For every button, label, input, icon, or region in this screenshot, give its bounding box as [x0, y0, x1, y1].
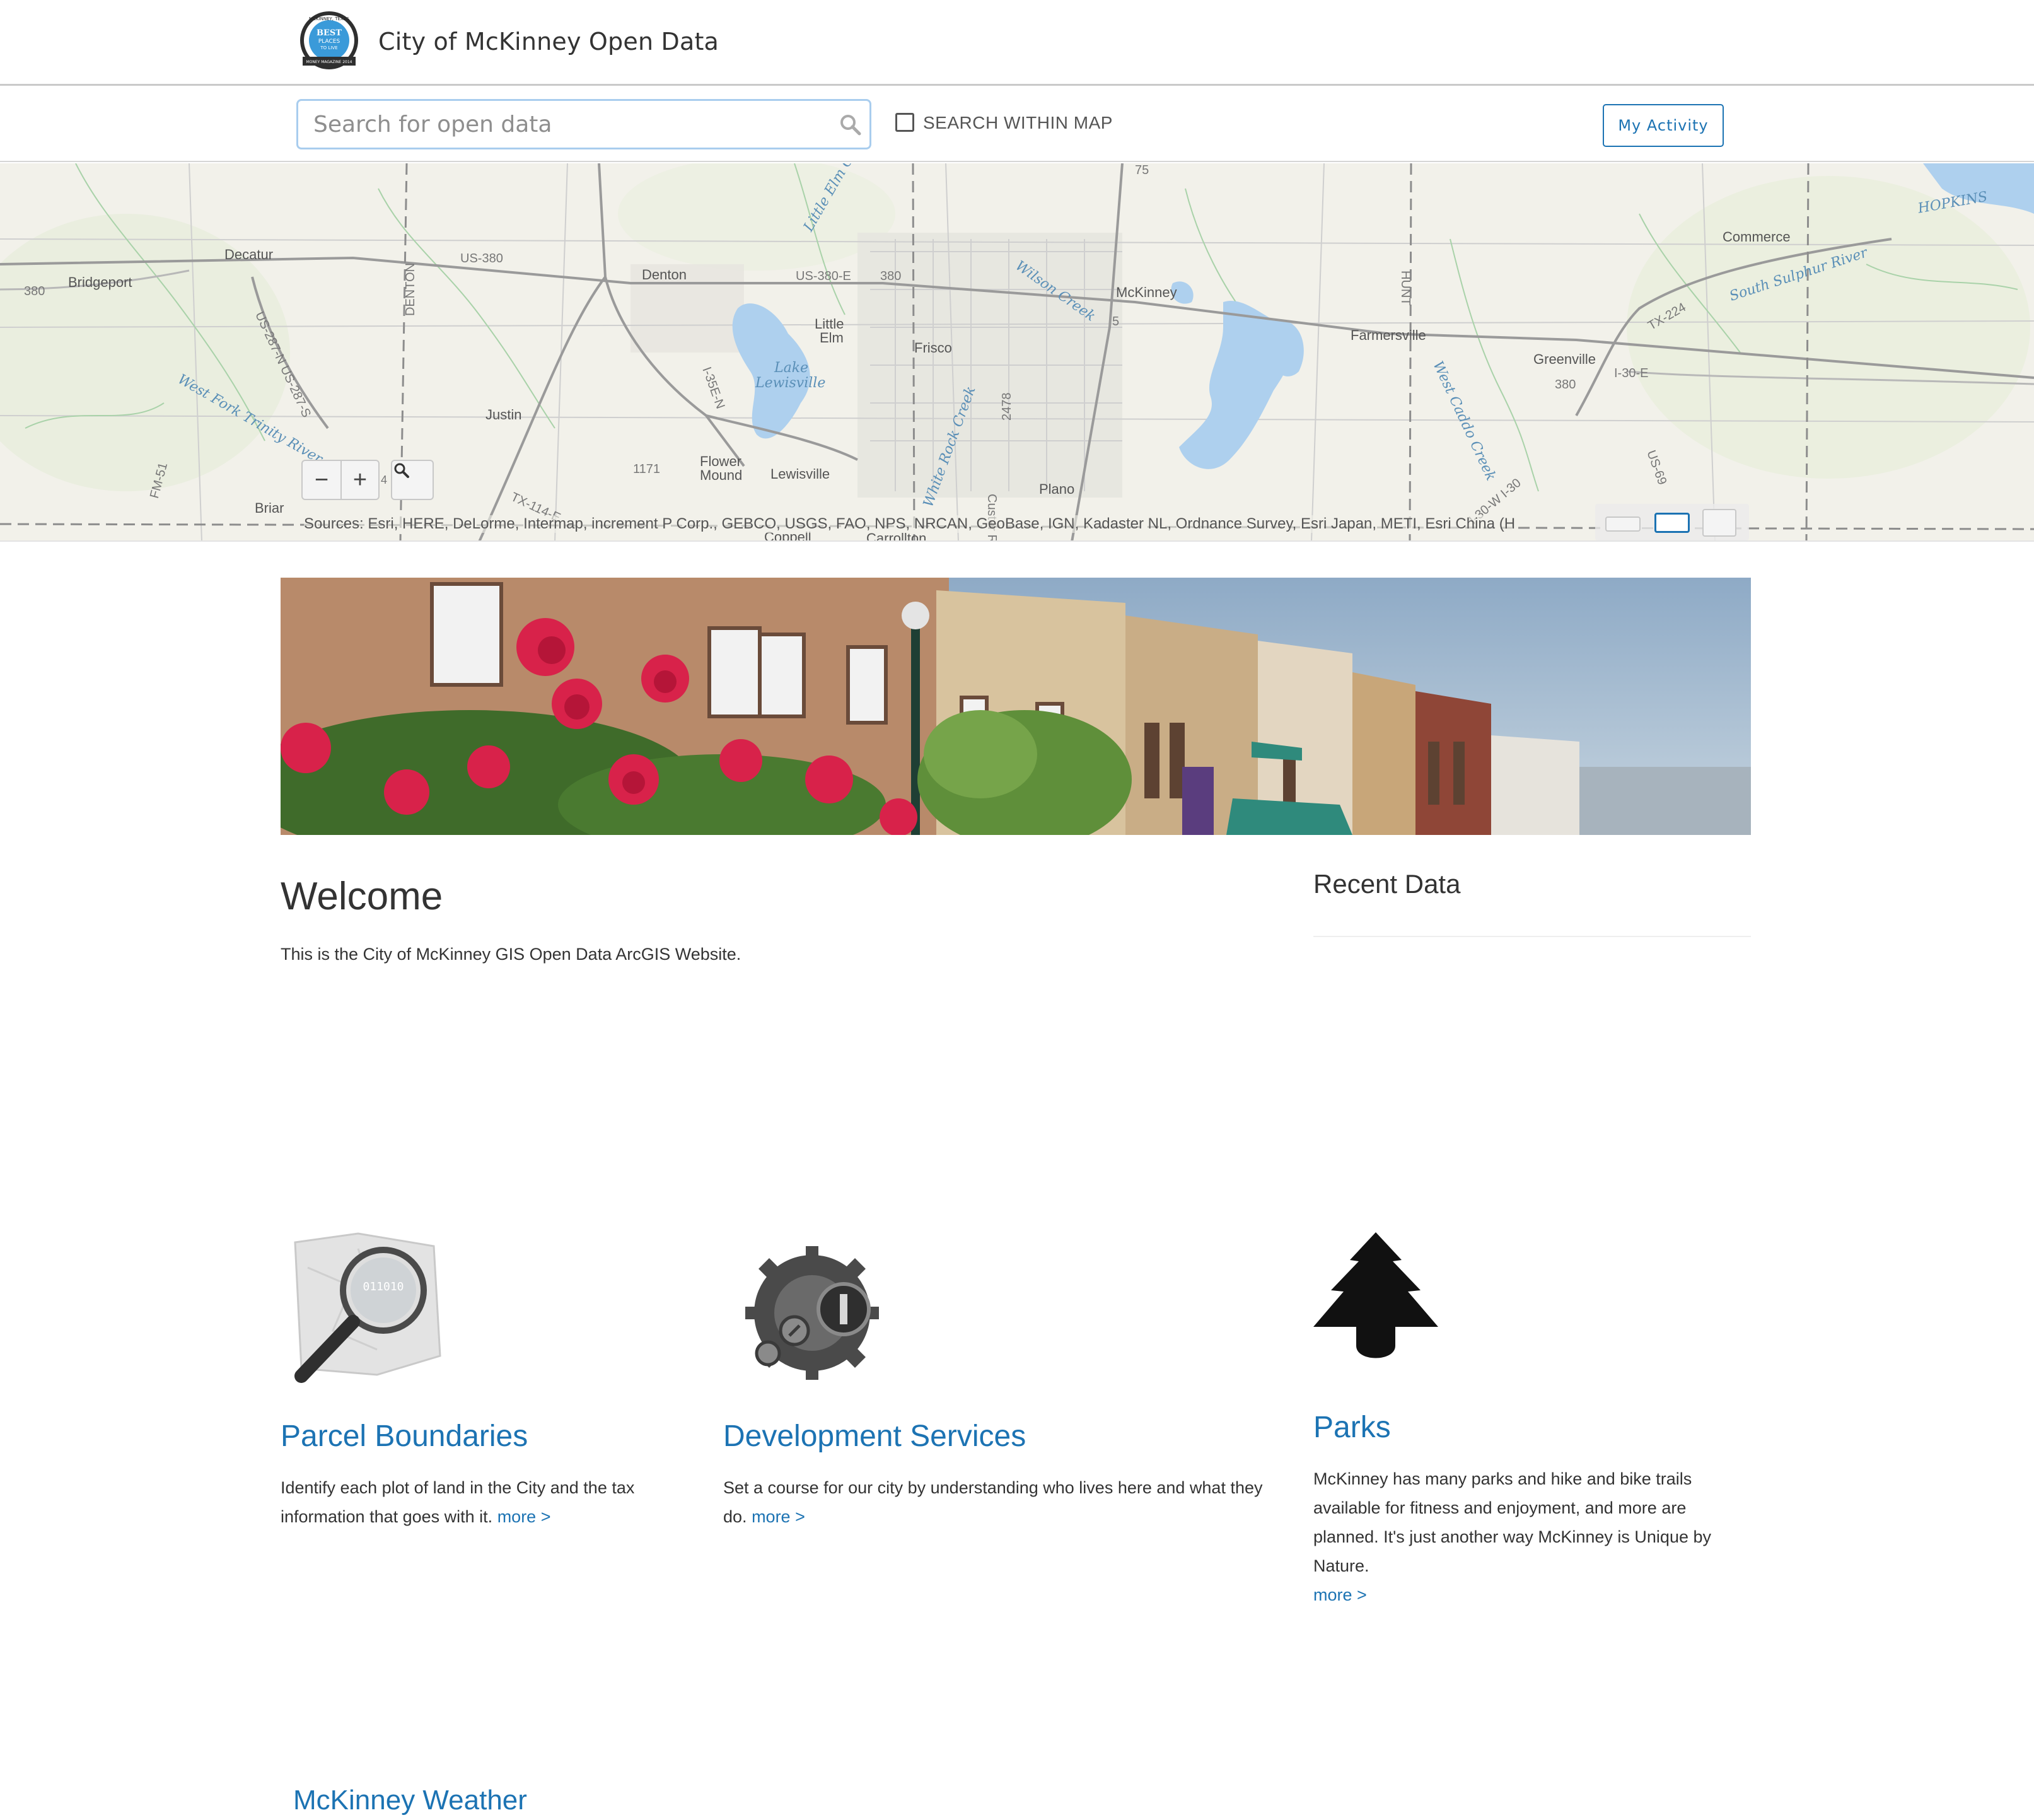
card-desc-line: available for fitness and enjoyment, and… [1313, 1498, 1687, 1517]
card-desc-line: information that goes with it. [281, 1507, 493, 1526]
tree-icon[interactable] [1313, 1232, 1438, 1366]
gears-icon[interactable] [736, 1242, 888, 1385]
logo-text-bottom: MONEY MAGAZINE 2014 [306, 60, 352, 64]
map-place-elm: Elm [820, 330, 844, 346]
map-place-mckinney: McKinney [1116, 284, 1177, 300]
map-place-briar: Briar [255, 500, 284, 516]
map-place-plano: Plano [1039, 481, 1075, 497]
more-link-development-services[interactable]: more > [752, 1507, 805, 1526]
welcome-text: This is the City of McKinney GIS Open Da… [281, 945, 741, 964]
search-bar: SEARCH WITHIN MAP My Activity [0, 88, 2034, 162]
search-icon[interactable] [838, 112, 863, 137]
map-road-2478: 2478 [1000, 392, 1014, 421]
card-title-parcel-boundaries[interactable]: Parcel Boundaries [281, 1419, 528, 1454]
map-road-us380e: US-380-E [796, 269, 851, 283]
map-place-mound: Mound [700, 467, 743, 483]
city-logo-icon[interactable]: MCKINNEY, TEXAS BEST PLACES TO LIVE MONE… [296, 9, 362, 74]
site-header: MCKINNEY, TEXAS BEST PLACES TO LIVE MONE… [0, 0, 2034, 86]
layout-toggle-large[interactable] [1702, 509, 1736, 537]
card-desc-line: Identify each plot of land in the City a… [281, 1478, 635, 1497]
card-title-development-services[interactable]: Development Services [723, 1419, 1026, 1454]
zoom-in-button[interactable]: + [340, 461, 378, 499]
recent-data-title: Recent Data [1313, 869, 1461, 899]
map-road-5: 5 [1112, 315, 1120, 329]
more-link-parks[interactable]: more > [1313, 1585, 1367, 1604]
map-road-denton-county: DENTON [404, 262, 417, 316]
card-desc-line: do. [723, 1507, 747, 1526]
logo-text-to-live: TO LIVE [320, 45, 337, 50]
zoom-controls: − + [301, 460, 380, 500]
map-magnifier-icon[interactable]: 011010 [282, 1230, 446, 1385]
search-within-map-checkbox[interactable] [895, 113, 914, 132]
downtown-photo [281, 578, 1751, 835]
map-place-greenville: Greenville [1533, 351, 1596, 367]
icon-binary-text: 011010 [363, 1280, 404, 1293]
map-attribution: Sources: Esri, HERE, DeLorme, Intermap, … [304, 515, 1516, 533]
map-road-us380: US-380 [460, 252, 503, 265]
search-input[interactable] [298, 101, 869, 148]
card-desc-line: planned. It's just another way McKinney … [1313, 1527, 1711, 1546]
search-within-map-label[interactable]: SEARCH WITHIN MAP [923, 113, 1113, 133]
map-search-button[interactable] [391, 460, 434, 500]
card-desc-line: McKinney has many parks and hike and bik… [1313, 1469, 1692, 1488]
welcome-title: Welcome [281, 875, 443, 918]
logo-text-top: MCKINNEY, TEXAS [309, 16, 349, 21]
card-title-parks[interactable]: Parks [1313, 1410, 1391, 1445]
card-desc-development-services: Set a course for our city by understandi… [723, 1473, 1303, 1531]
my-activity-button[interactable]: My Activity [1603, 104, 1724, 147]
layout-toggle-small[interactable] [1605, 516, 1641, 532]
card-title-mckinney-weather[interactable]: McKinney Weather [293, 1785, 527, 1816]
logo-text-best: BEST [317, 28, 342, 38]
map-road-380-c: 380 [1555, 378, 1576, 392]
map-place-decatur: Decatur [224, 247, 274, 262]
map-water-lewisville: Lewisville [755, 375, 826, 391]
map-place-farmersville: Farmersville [1351, 327, 1426, 343]
map-place-justin: Justin [485, 407, 522, 423]
layout-toggle-medium[interactable] [1654, 513, 1690, 533]
map-water-lake: Lake [774, 360, 809, 376]
map-search-icon [394, 463, 409, 478]
map-road-380-b: 380 [24, 284, 45, 298]
map-place-frisco: Frisco [914, 340, 952, 356]
card-desc-line: Set a course for our city by understandi… [723, 1478, 1263, 1497]
site-title[interactable]: City of McKinney Open Data [378, 28, 719, 55]
layout-toggles [1595, 504, 1749, 540]
search-input-wrapper [296, 99, 871, 149]
map-place-denton: Denton [642, 267, 687, 283]
map-place-bridgeport: Bridgeport [68, 274, 132, 290]
map-view[interactable]: Decatur Bridgeport Denton Little Elm Fri… [0, 163, 2034, 542]
card-desc-line: Nature. [1313, 1556, 1369, 1575]
zoom-out-button[interactable]: − [303, 461, 340, 499]
logo-text-places: PLACES [318, 38, 340, 45]
map-place-lewisville: Lewisville [770, 466, 830, 482]
map-road-1171: 1171 [633, 462, 661, 476]
hero-banner-image [281, 578, 1751, 835]
map-place-commerce: Commerce [1723, 229, 1791, 245]
map-road-hunt-county: HUNT [1398, 271, 1412, 306]
card-desc-parcel-boundaries: Identify each plot of land in the City a… [281, 1473, 697, 1531]
map-road-i30e: I-30-E [1614, 366, 1649, 380]
more-link-parcel-boundaries[interactable]: more > [497, 1507, 551, 1526]
map-road-380-a: 380 [880, 269, 902, 283]
card-desc-parks: McKinney has many parks and hike and bik… [1313, 1464, 1755, 1609]
recent-data-divider [1313, 936, 1751, 937]
zoom-level: 4 [381, 474, 388, 486]
map-road-75: 75 [1135, 163, 1149, 177]
